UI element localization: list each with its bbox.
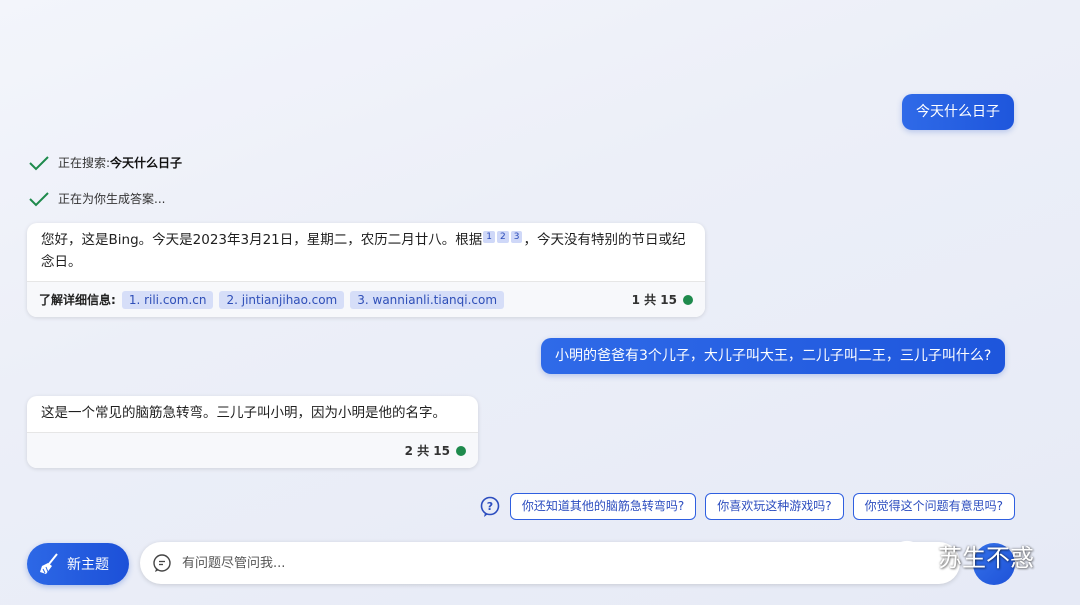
citation-1[interactable]: 1: [483, 230, 495, 243]
status-searching-prefix: 正在搜索:: [58, 156, 111, 170]
status-searching: 正在搜索: 今天什么日子: [28, 154, 182, 171]
suggestion-row: ? 你还知道其他的脑筋急转弯吗? 你喜欢玩这种游戏吗? 你觉得这个问题有意思吗?: [479, 493, 1015, 520]
bot-reply-1-text-before: 您好，这是Bing。今天是2023年3月21日，星期二，农历二月廿八。根据: [41, 232, 483, 248]
bot-reply-2: 这是一个常见的脑筋急转弯。三儿子叫小明，因为小明是他的名字。 2 共 15: [27, 396, 478, 468]
new-topic-button[interactable]: 新主题: [27, 543, 129, 585]
learn-more-label: 了解详细信息:: [39, 293, 116, 307]
svg-text:?: ?: [487, 500, 493, 513]
status-dot: [683, 294, 693, 305]
bot-reply-1-footer: 了解详细信息: 1. rili.com.cn 2. jintianjihao.c…: [27, 281, 705, 317]
suggestion-chip-2[interactable]: 你喜欢玩这种游戏吗?: [705, 493, 844, 520]
new-topic-label: 新主题: [67, 557, 109, 573]
source-link-3[interactable]: 3. wannianli.tianqi.com: [350, 290, 505, 309]
bot-reply-1-text: 您好，这是Bing。今天是2023年3月21日，星期二，农历二月廿八。根据 1 2 3…: [27, 223, 705, 281]
chat-input-container[interactable]: [140, 542, 960, 584]
wechat-icon: [892, 540, 931, 570]
user-message-1: 今天什么日子: [902, 94, 1014, 130]
status-searching-query: 今天什么日子: [110, 156, 183, 170]
response-counter-2-text: 2 共 15: [404, 444, 450, 458]
status-generating-text: 正在为你生成答案...: [58, 192, 166, 206]
chat-icon: [153, 554, 171, 572]
status-dot: [456, 445, 466, 456]
watermark: 苏生不惑: [892, 538, 1034, 573]
broom-icon: [40, 553, 58, 574]
user-message-2: 小明的爸爸有3个儿子，大儿子叫大王，二儿子叫二王，三儿子叫什么?: [541, 338, 1006, 374]
status-generating: 正在为你生成答案...: [28, 190, 165, 207]
source-link-1[interactable]: 1. rili.com.cn: [121, 290, 214, 309]
bot-reply-2-footer: 2 共 15: [27, 432, 478, 468]
source-link-2[interactable]: 2. jintianjihao.com: [219, 290, 345, 309]
chat-input[interactable]: [182, 555, 782, 571]
check-icon: [29, 191, 49, 206]
response-counter-2: 2 共 15: [405, 442, 466, 459]
check-icon: [29, 155, 49, 170]
bot-reply-2-text: 这是一个常见的脑筋急转弯。三儿子叫小明，因为小明是他的名字。: [41, 405, 446, 421]
response-counter-1: 1 共 15: [632, 291, 693, 308]
help-icon[interactable]: ?: [479, 496, 501, 518]
bot-reply-1: 您好，这是Bing。今天是2023年3月21日，星期二，农历二月廿八。根据 1 2 3…: [27, 223, 705, 317]
suggestion-chip-1[interactable]: 你还知道其他的脑筋急转弯吗?: [509, 493, 697, 520]
suggestion-chip-3[interactable]: 你觉得这个问题有意思吗?: [852, 493, 1015, 520]
citation-2[interactable]: 2: [497, 230, 509, 243]
watermark-text: 苏生不惑: [938, 544, 1034, 572]
response-counter-1-text: 1 共 15: [631, 293, 677, 307]
citation-3[interactable]: 3: [510, 230, 523, 243]
